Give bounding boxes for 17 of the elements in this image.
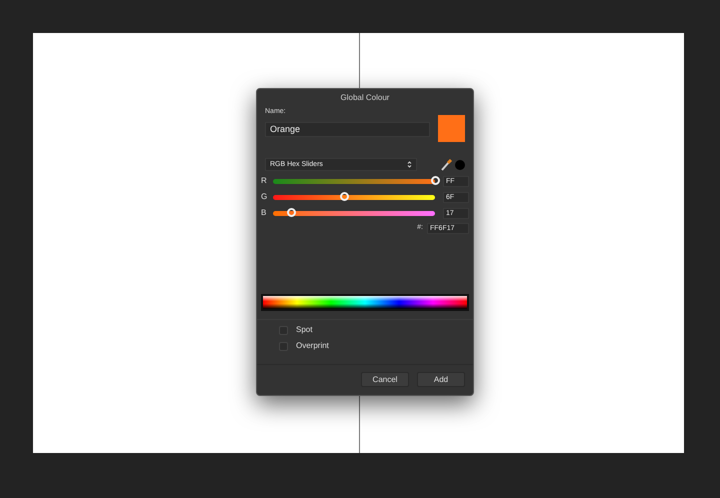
slider-thumb[interactable] xyxy=(286,208,296,216)
name-field[interactable]: Orange xyxy=(265,122,430,136)
channel-label: R xyxy=(261,175,268,187)
checkbox[interactable] xyxy=(279,326,288,334)
channel-label: B xyxy=(261,207,268,219)
chevron-icon xyxy=(407,160,412,169)
dialog-title: Global Colour xyxy=(340,92,390,104)
channel-label: G xyxy=(261,191,268,203)
checkbox-label: Spot xyxy=(296,324,312,336)
checkbox-label: Overprint xyxy=(296,340,329,352)
slider-thumb[interactable] xyxy=(431,176,440,184)
spectrum-bar[interactable] xyxy=(261,294,469,311)
slider-thumb[interactable] xyxy=(340,192,350,200)
add-button[interactable]: Add xyxy=(417,372,465,387)
eyedropper-icon[interactable] xyxy=(441,158,465,170)
cancel-button[interactable]: Cancel xyxy=(361,372,409,387)
checkbox[interactable] xyxy=(279,342,288,350)
